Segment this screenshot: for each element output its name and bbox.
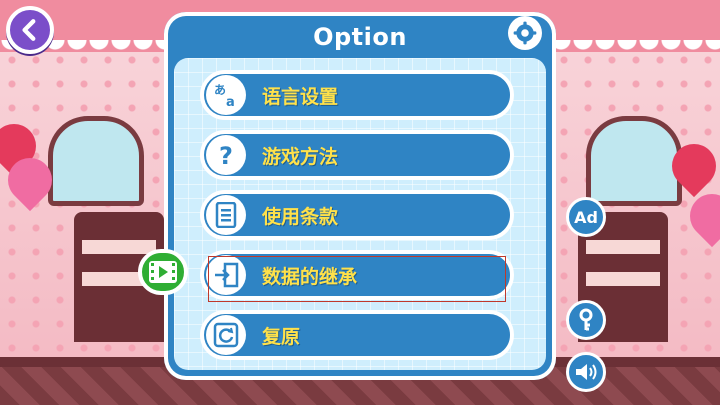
svg-text:a: a (226, 95, 235, 110)
back-arrow-icon (22, 19, 36, 41)
video-button[interactable] (138, 249, 188, 295)
settings-button[interactable] (508, 16, 542, 50)
back-button[interactable] (6, 6, 54, 54)
help-icon: ? (206, 135, 246, 175)
key-button[interactable] (566, 300, 606, 340)
ad-button[interactable]: Ad (566, 197, 606, 237)
gear-icon (513, 21, 537, 45)
heart-balloon (680, 184, 720, 248)
key-icon (579, 308, 593, 331)
menu-item-label: 使用条款 (262, 205, 339, 228)
heart-window-right (586, 116, 682, 206)
menu-item-label: 数据的继承 (262, 265, 358, 288)
menu-item-label: 语言设置 (262, 85, 339, 108)
menu-item-how-to-play[interactable]: ? 游戏方法 (200, 130, 514, 180)
sound-button[interactable] (566, 352, 606, 392)
panel-title: Option (313, 23, 407, 51)
sound-icon (576, 364, 597, 380)
data-transfer-icon (206, 255, 246, 295)
menu-item-restore[interactable]: 复原 (200, 310, 514, 360)
language-icon: あa (206, 75, 246, 115)
terms-icon (206, 195, 246, 235)
svg-text:あ: あ (214, 83, 226, 97)
restore-icon (206, 315, 246, 355)
video-icon (149, 261, 177, 283)
menu-item-label: 游戏方法 (262, 145, 339, 168)
menu-item-terms[interactable]: 使用条款 (200, 190, 514, 240)
ad-label: Ad (574, 207, 598, 227)
svg-text:?: ? (219, 142, 233, 169)
menu-item-language[interactable]: あa 语言设置 (200, 70, 514, 120)
menu-item-data-transfer[interactable]: 数据的继承 (200, 250, 514, 300)
menu-item-label: 复原 (262, 325, 301, 348)
heart-window-left (48, 116, 144, 206)
